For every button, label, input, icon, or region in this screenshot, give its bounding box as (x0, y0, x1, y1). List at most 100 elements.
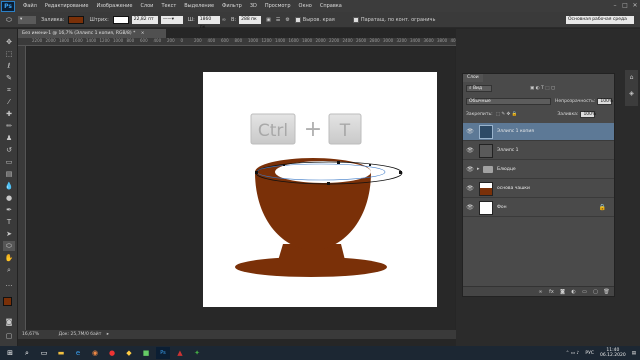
quick-mask-icon[interactable]: ◙ (3, 317, 15, 327)
dodge-tool-icon[interactable]: ● (3, 193, 15, 203)
blur-tool-icon[interactable]: 💧 (3, 181, 15, 191)
language-indicator[interactable]: РУС (585, 351, 594, 356)
anchor-point[interactable] (369, 164, 371, 166)
group-expand-icon[interactable]: ▸ (477, 166, 480, 172)
layer-row[interactable]: 👁 основа чашки (463, 180, 614, 198)
anchor-point[interactable] (399, 171, 402, 174)
link-layers-icon[interactable]: ∞ (537, 288, 544, 296)
app-icon[interactable]: ● (105, 347, 119, 359)
path-select-tool-icon[interactable]: ➤ (3, 229, 15, 239)
properties-panel-icon[interactable]: ◈ (627, 90, 636, 99)
visibility-eye-icon[interactable]: 👁 (466, 128, 474, 136)
path-ops-icon[interactable]: ▣ (266, 17, 271, 23)
task-view-icon[interactable]: ▭ (37, 347, 51, 359)
history-panel-icon[interactable]: ⌂ (627, 74, 636, 83)
lasso-tool-icon[interactable]: ℓ (3, 61, 15, 71)
menu-select[interactable]: Выделение (184, 3, 214, 9)
type-tool-icon[interactable]: T (3, 217, 15, 227)
fill-field[interactable]: 100% (580, 110, 596, 118)
menu-layers[interactable]: Слои (140, 3, 153, 9)
file-explorer-icon[interactable]: ▬ (54, 347, 68, 359)
anchor-point[interactable] (337, 161, 340, 164)
menu-help[interactable]: Справка (320, 3, 342, 9)
document-canvas[interactable]: Ctrl + T (203, 72, 437, 307)
stroke-type-select[interactable]: ——▾ (160, 15, 183, 24)
layer-filter-select[interactable]: ⌕ Вид (466, 84, 492, 92)
zoom-tool-icon[interactable]: ⌕ (3, 265, 15, 275)
healing-tool-icon[interactable]: ✚ (3, 109, 15, 119)
workspace-select[interactable]: Основная рабочая среда (566, 15, 634, 24)
visibility-eye-icon[interactable]: 👁 (466, 147, 474, 155)
adjustment-layer-icon[interactable]: ◐ (570, 288, 577, 296)
photoshop-task-icon[interactable]: Ps (156, 347, 170, 359)
edge-icon[interactable]: e (71, 347, 85, 359)
height-field[interactable]: 288 пк (239, 15, 262, 24)
menu-file[interactable]: Файл (23, 3, 37, 9)
more-tools-icon[interactable]: … (3, 279, 15, 289)
anchor-point[interactable] (327, 182, 330, 185)
eyedropper-tool-icon[interactable]: ⁄ (3, 97, 15, 107)
anchor-point[interactable] (255, 171, 258, 174)
notifications-icon[interactable]: ▤ (632, 351, 636, 356)
menu-edit[interactable]: Редактирование (45, 3, 89, 9)
layer-row[interactable]: 👁 Эллипс 1 (463, 142, 614, 160)
history-brush-tool-icon[interactable]: ↺ (3, 145, 15, 155)
minimize-icon[interactable]: – (610, 1, 620, 11)
width-field[interactable]: 1860 пк (197, 15, 220, 30)
fill-color-swatch[interactable] (68, 15, 85, 24)
close-icon[interactable]: ✕ (630, 1, 640, 11)
layer-row[interactable]: 👁 Эллипс 1 копия (463, 123, 614, 141)
opacity-field[interactable]: 100% (597, 97, 613, 105)
hand-tool-icon[interactable]: ✋ (3, 253, 15, 263)
stamp-tool-icon[interactable]: ♟ (3, 133, 15, 143)
foreground-color-swatch[interactable] (3, 297, 12, 306)
screen-mode-icon[interactable]: ▢ (3, 331, 15, 341)
menu-view[interactable]: Просмотр (265, 3, 291, 9)
ellipse-tool-icon[interactable]: ⬭ (3, 241, 15, 251)
clock[interactable]: 11:40 06.12.2020 (600, 348, 626, 358)
app-icon[interactable]: ✦ (190, 347, 204, 359)
menu-type[interactable]: Текст (161, 3, 176, 9)
add-mask-icon[interactable]: ◙ (559, 288, 566, 296)
status-menu-arrow-icon[interactable]: ▸ (107, 332, 109, 337)
visibility-eye-icon[interactable]: 👁 (466, 204, 474, 212)
brush-tool-icon[interactable]: ✏ (3, 121, 15, 131)
tray-icons[interactable]: ⌃ ▭ ♪ (566, 351, 580, 356)
maximize-icon[interactable]: □ (620, 1, 630, 11)
layer-row[interactable]: 👁 ▸ Блюдце (463, 161, 614, 179)
app-icon[interactable]: ■ (139, 347, 153, 359)
search-icon[interactable]: ⌕ (20, 347, 34, 359)
eraser-tool-icon[interactable]: ▭ (3, 157, 15, 167)
document-tab[interactable]: Без имени-1 @ 16,7% (Эллипс 1 копия, RGB… (18, 29, 166, 38)
layer-row[interactable]: 👁 Фон 🔒 (463, 199, 614, 217)
app-icon[interactable]: ◆ (122, 347, 136, 359)
doc-info[interactable]: Док: 25,7M/0 байт (59, 332, 102, 337)
chrome-icon[interactable]: ◉ (88, 347, 102, 359)
move-tool-icon[interactable]: ✥ (3, 37, 15, 47)
constrain-checkbox[interactable] (352, 16, 359, 23)
new-group-icon[interactable]: ▭ (581, 288, 588, 296)
visibility-eye-icon[interactable]: 👁 (466, 166, 474, 174)
start-icon[interactable]: ⊞ (3, 347, 17, 359)
pen-tool-icon[interactable]: ✒ (3, 205, 15, 215)
menu-3d[interactable]: 3D (250, 3, 257, 9)
blend-mode-select[interactable]: Обычные (466, 97, 551, 105)
stroke-color-swatch[interactable] (112, 15, 129, 24)
tab-close-icon[interactable]: × (141, 31, 145, 36)
menu-image[interactable]: Изображение (96, 3, 132, 9)
align-edges-checkbox[interactable] (294, 16, 301, 23)
zoom-level[interactable]: 16,67% (22, 332, 39, 337)
app-icon[interactable]: ▲ (173, 347, 187, 359)
visibility-eye-icon[interactable]: 👁 (466, 185, 474, 193)
path-arrange-icon[interactable]: ⚙ (285, 17, 289, 23)
menu-window[interactable]: Окно (299, 3, 312, 9)
marquee-tool-icon[interactable]: ⬚ (3, 49, 15, 59)
new-layer-icon[interactable]: ▢ (592, 288, 599, 296)
layers-panel-tab[interactable]: Слои (463, 74, 483, 82)
lock-icons[interactable]: ⬚ ✎ ✥ 🔒 (496, 112, 518, 117)
path-align-icon[interactable]: ☰ (276, 17, 280, 23)
filter-icons[interactable]: ▣ ◐ T ⬚ ▢ (530, 86, 555, 91)
ellipse-tool-preset-icon[interactable]: ⬭ (3, 15, 15, 25)
crop-tool-icon[interactable]: ⌗ (3, 85, 15, 95)
shape-mode-select[interactable]: ▾ (18, 15, 36, 24)
